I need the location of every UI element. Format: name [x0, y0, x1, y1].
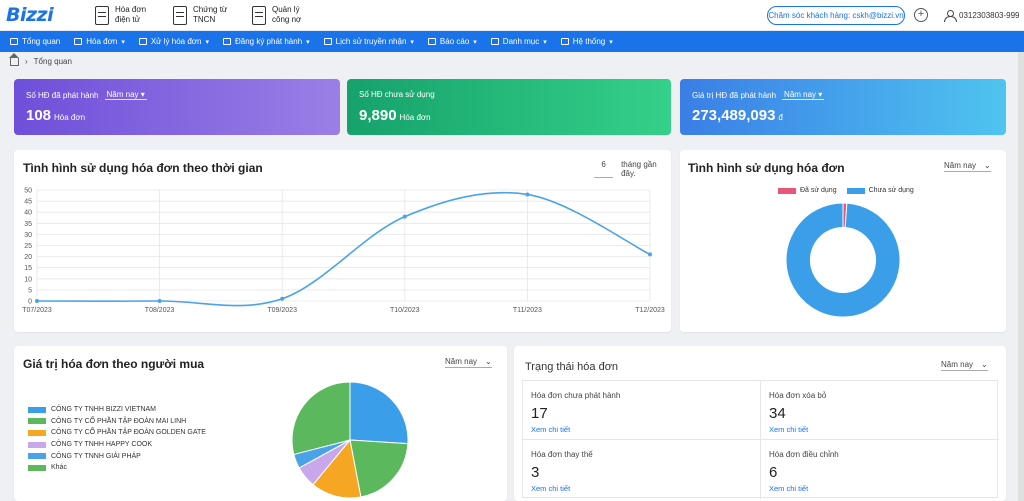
- data-point: [35, 299, 39, 303]
- y-tick-label: 5: [28, 287, 32, 294]
- status-grid: Hóa đơn chưa phát hành 17 Xem chi tiết H…: [522, 380, 999, 499]
- chevron-down-icon: ▾: [121, 38, 125, 46]
- check-icon: [138, 38, 147, 45]
- nav-report[interactable]: Báo cáo ▾: [427, 37, 477, 46]
- data-point: [525, 192, 530, 197]
- breadcrumb: › Tổng quan: [9, 52, 72, 66]
- series-line: [36, 191, 651, 307]
- nav-catalog[interactable]: Danh mục ▾: [490, 37, 547, 46]
- x-tick-label: T09/2023: [267, 307, 297, 314]
- main-nav: Tổng quan Hóa đơn ▾ Xử lý hóa đơn ▾ Đăng k…: [0, 31, 1024, 52]
- chevron-down-icon: ▾: [473, 38, 477, 46]
- x-tick-label: T10/2023: [390, 307, 420, 314]
- data-point: [402, 214, 407, 219]
- view-detail-link[interactable]: Xem chi tiết: [769, 425, 991, 434]
- data-point: [280, 296, 285, 301]
- donut-hole: [809, 226, 877, 294]
- logo[interactable]: Bizzi: [6, 4, 54, 26]
- tax-id: 0312303803-999: [959, 10, 1020, 20]
- y-tick-label: 35: [24, 221, 32, 228]
- card-unused: Số HĐ chưa sử dụng 9,890 Hóa đơn: [347, 79, 671, 135]
- settings-icon: [560, 38, 569, 45]
- view-detail-link[interactable]: Xem chi tiết: [769, 484, 991, 493]
- toplink-einvoice[interactable]: Hóa đơn điện tử: [95, 5, 161, 25]
- monitor-icon: [10, 38, 18, 45]
- invoice-icon: [74, 38, 83, 45]
- y-tick-label: 10: [24, 276, 32, 283]
- year-select[interactable]: Năm nay ▾: [782, 90, 825, 100]
- nav-overview[interactable]: Tổng quan: [10, 37, 60, 46]
- view-detail-link[interactable]: Xem chi tiết: [531, 425, 752, 434]
- y-tick-label: 30: [24, 232, 32, 239]
- document-icon: [95, 5, 109, 25]
- nav-history[interactable]: Lịch sử truyền nhận ▾: [323, 37, 414, 46]
- clipboard-icon: [173, 5, 187, 25]
- card-issued: Số HĐ đã phát hành Năm nay ▾ 108 Hóa đơn: [14, 79, 340, 135]
- calculator-icon: [252, 5, 266, 25]
- nav-invoice[interactable]: Hóa đơn ▾: [74, 37, 125, 46]
- data-point: [157, 299, 162, 303]
- chevron-right-icon: ›: [25, 57, 28, 66]
- status-adjusted: Hóa đơn điều chỉnh 6 Xem chi tiết: [761, 440, 999, 499]
- y-tick-label: 20: [24, 254, 32, 261]
- chevron-down-icon: ▾: [609, 38, 613, 46]
- list-icon: [490, 38, 499, 45]
- view-detail-link[interactable]: Xem chi tiết: [531, 484, 752, 493]
- x-tick-label: T11/2023: [513, 307, 542, 314]
- y-tick-label: 40: [24, 210, 32, 217]
- x-tick-label: T07/2023: [22, 307, 52, 314]
- nav-system[interactable]: Hệ thống ▾: [560, 37, 613, 46]
- page-scrollbar[interactable]: [1018, 52, 1024, 501]
- chart-icon: [427, 38, 436, 45]
- status-replaced: Hóa đơn thay thế 3 Xem chi tiết: [523, 440, 761, 499]
- top-bar: Bizzi Hóa đơn điện tử Chứng từ TNCN Quản l…: [0, 0, 1024, 31]
- chevron-down-icon: ⌄: [981, 360, 988, 369]
- edit-icon: [222, 38, 231, 45]
- status-cancelled: Hóa đơn xóa bỏ 34 Xem chi tiết: [761, 381, 999, 440]
- nav-register[interactable]: Đăng ký phát hành ▾: [222, 37, 310, 46]
- y-tick-label: 50: [24, 188, 32, 195]
- chevron-down-icon: ▾: [306, 38, 310, 46]
- pie-chart: [291, 381, 409, 499]
- donut-chart: [785, 202, 901, 318]
- chevron-down-icon: ▾: [543, 38, 547, 46]
- y-tick-label: 15: [24, 265, 32, 272]
- card-value: Giá trị HĐ đã phát hành Năm nay ▾ 273,489…: [680, 79, 1006, 135]
- data-point: [648, 252, 652, 257]
- status-not-issued: Hóa đơn chưa phát hành 17 Xem chi tiết: [523, 381, 761, 440]
- y-tick-label: 0: [28, 299, 32, 306]
- panel-title: Trạng thái hóa đơn: [525, 361, 619, 373]
- customer-support-button[interactable]: Chăm sóc khách hàng: cskh@bizzi.vn: [767, 6, 905, 25]
- x-tick-label: T12/2023: [635, 307, 665, 314]
- home-icon[interactable]: [9, 52, 19, 66]
- add-icon[interactable]: +: [914, 8, 928, 22]
- nav-process[interactable]: Xử lý hóa đơn ▾: [138, 37, 209, 46]
- toplink-tncn[interactable]: Chứng từ TNCN: [173, 5, 239, 25]
- transfer-icon: [323, 38, 332, 45]
- x-tick-label: T08/2023: [145, 307, 175, 314]
- y-tick-label: 45: [24, 199, 32, 206]
- y-tick-label: 25: [24, 243, 32, 250]
- line-chart: 0 5 10 15 20 25 30 35 40 45 50 T07/2023 T08/2023 T09/…: [22, 188, 665, 315]
- year-select[interactable]: Năm nay ▾: [104, 90, 147, 100]
- chevron-down-icon: ▾: [205, 38, 209, 46]
- pie-slice: [349, 381, 409, 445]
- user-menu[interactable]: 0312303803-999: [944, 8, 1024, 22]
- user-icon: [944, 9, 957, 22]
- year-select[interactable]: Năm nay ⌄: [941, 360, 988, 371]
- chevron-down-icon: ▾: [410, 38, 414, 46]
- toplink-debt[interactable]: Quản lý công nợ: [252, 5, 318, 25]
